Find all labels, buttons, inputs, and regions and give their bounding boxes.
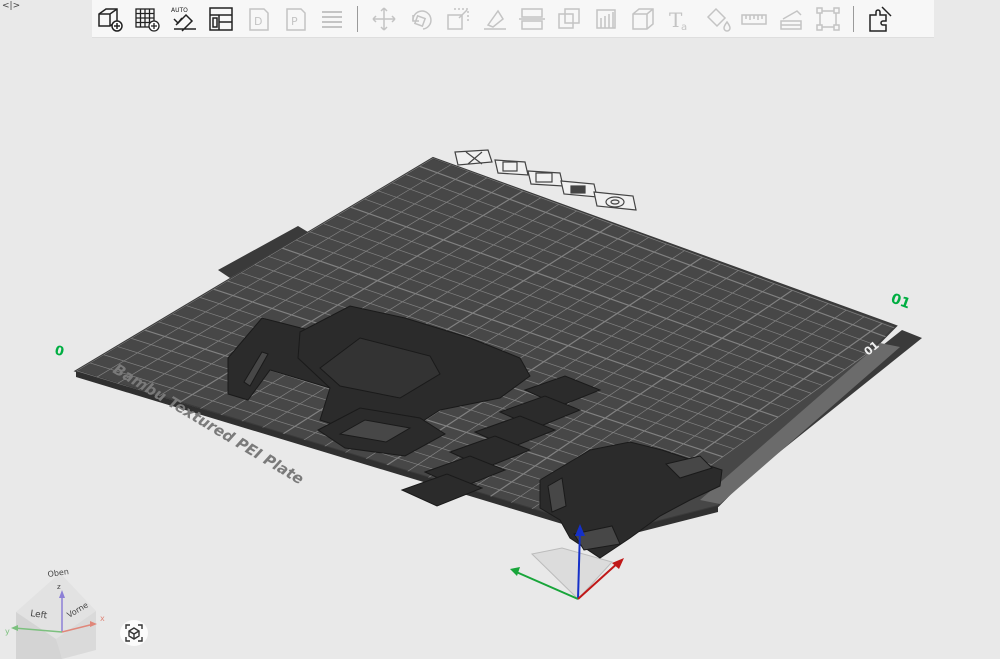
- plate-arrange-button[interactable]: [494, 159, 529, 176]
- assembly-button[interactable]: [775, 2, 806, 36]
- 3d-viewport[interactable]: Bambu Textured PEI Plate 0 01 01 Oben z …: [0, 38, 1000, 659]
- rotate-icon: [411, 9, 432, 30]
- plate-lock-button[interactable]: [560, 180, 598, 198]
- view-cube-y-label: y: [5, 627, 10, 636]
- orient-face-icon: D: [248, 7, 269, 31]
- lay-on-face-icon: [483, 9, 506, 30]
- arrange-icon: [208, 6, 233, 31]
- view-cube-top-label: Oben: [47, 567, 69, 579]
- fullscreen-button[interactable]: [812, 2, 843, 36]
- cut-button[interactable]: [516, 2, 547, 36]
- layers-button[interactable]: [316, 2, 347, 36]
- plate-number-left: 0: [53, 343, 65, 360]
- build-scene[interactable]: Bambu Textured PEI Plate 0 01 01 Oben z …: [0, 38, 1000, 659]
- window-corner-glyph: <|>: [2, 1, 21, 11]
- toolbar-separator: [357, 5, 358, 32]
- view-cube-x-label: x: [100, 614, 105, 623]
- plate-settings-button[interactable]: [593, 191, 637, 211]
- split-to-parts-button[interactable]: P: [279, 2, 310, 36]
- seam-painting-button[interactable]: [627, 2, 658, 36]
- auto-orient-button[interactable]: AUTO: [168, 2, 199, 36]
- seam-cube-icon: [631, 7, 654, 30]
- plate-number-right: 01: [889, 291, 913, 313]
- assembly-icon: [779, 9, 802, 30]
- puzzle-icon: [868, 5, 892, 32]
- svg-text:P: P: [291, 15, 298, 28]
- support-paint-icon: [595, 8, 616, 29]
- svg-text:D: D: [254, 15, 262, 28]
- move-button[interactable]: [368, 2, 399, 36]
- lay-on-face-button[interactable]: [479, 2, 510, 36]
- fit-view-icon: [125, 624, 143, 642]
- plate-orient-button[interactable]: [527, 170, 564, 187]
- view-cube[interactable]: Oben z Left Vorne x y: [5, 567, 105, 659]
- add-plate-button[interactable]: [131, 2, 162, 36]
- text-tool-icon: T a: [669, 8, 687, 33]
- text-tool-button[interactable]: T a: [664, 2, 695, 36]
- split-parts-icon: P: [285, 7, 306, 31]
- plugins-button[interactable]: [864, 2, 895, 36]
- color-painting-button[interactable]: [701, 2, 732, 36]
- move-arrows-icon: [371, 6, 396, 31]
- scale-icon: [446, 7, 469, 30]
- view-cube-z-label: z: [57, 583, 61, 591]
- boolean-icon: [557, 7, 580, 29]
- plate-delete-button[interactable]: [454, 149, 493, 166]
- support-painting-button[interactable]: [590, 2, 621, 36]
- add-object-button[interactable]: [94, 2, 125, 36]
- layers-icon: [321, 10, 342, 28]
- auto-badge-text: AUTO: [171, 7, 188, 14]
- scale-button[interactable]: [442, 2, 473, 36]
- boolean-button[interactable]: [553, 2, 584, 36]
- measure-button[interactable]: [738, 2, 769, 36]
- orient-button[interactable]: D: [242, 2, 273, 36]
- arrange-button[interactable]: [205, 2, 236, 36]
- auto-orient-icon: AUTO: [171, 7, 196, 32]
- add-plate-grid-icon: [134, 7, 160, 32]
- main-toolbar: AUTO D P T a: [92, 0, 934, 38]
- ruler-icon: [740, 13, 767, 25]
- svg-text:a: a: [681, 22, 687, 33]
- cut-icon: [518, 7, 545, 30]
- paint-bucket-icon: [706, 7, 731, 32]
- rotate-button[interactable]: [405, 2, 436, 36]
- toolbar-separator: [853, 5, 854, 32]
- add-object-icon: [97, 7, 123, 32]
- fullscreen-frame-icon: [815, 6, 840, 31]
- fit-view-button[interactable]: [120, 620, 148, 646]
